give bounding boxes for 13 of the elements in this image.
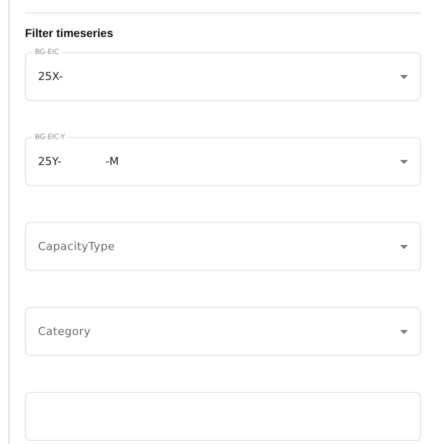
field-placeholder: CapacityType — [38, 240, 115, 253]
field-placeholder: Category — [38, 325, 91, 338]
select-field[interactable]: Category — [25, 307, 421, 356]
field-value: 25Y- — [38, 155, 62, 168]
caret-icon — [400, 244, 408, 248]
caret-icon — [400, 74, 408, 78]
field-value: -M — [105, 155, 119, 168]
caret-icon — [400, 160, 408, 164]
field-value: 25X- — [38, 70, 63, 83]
select-field[interactable]: CapacityType — [25, 222, 421, 271]
caret-icon — [400, 330, 408, 334]
select-field[interactable] — [25, 392, 421, 441]
section-title: Filter timeseries — [25, 28, 114, 40]
